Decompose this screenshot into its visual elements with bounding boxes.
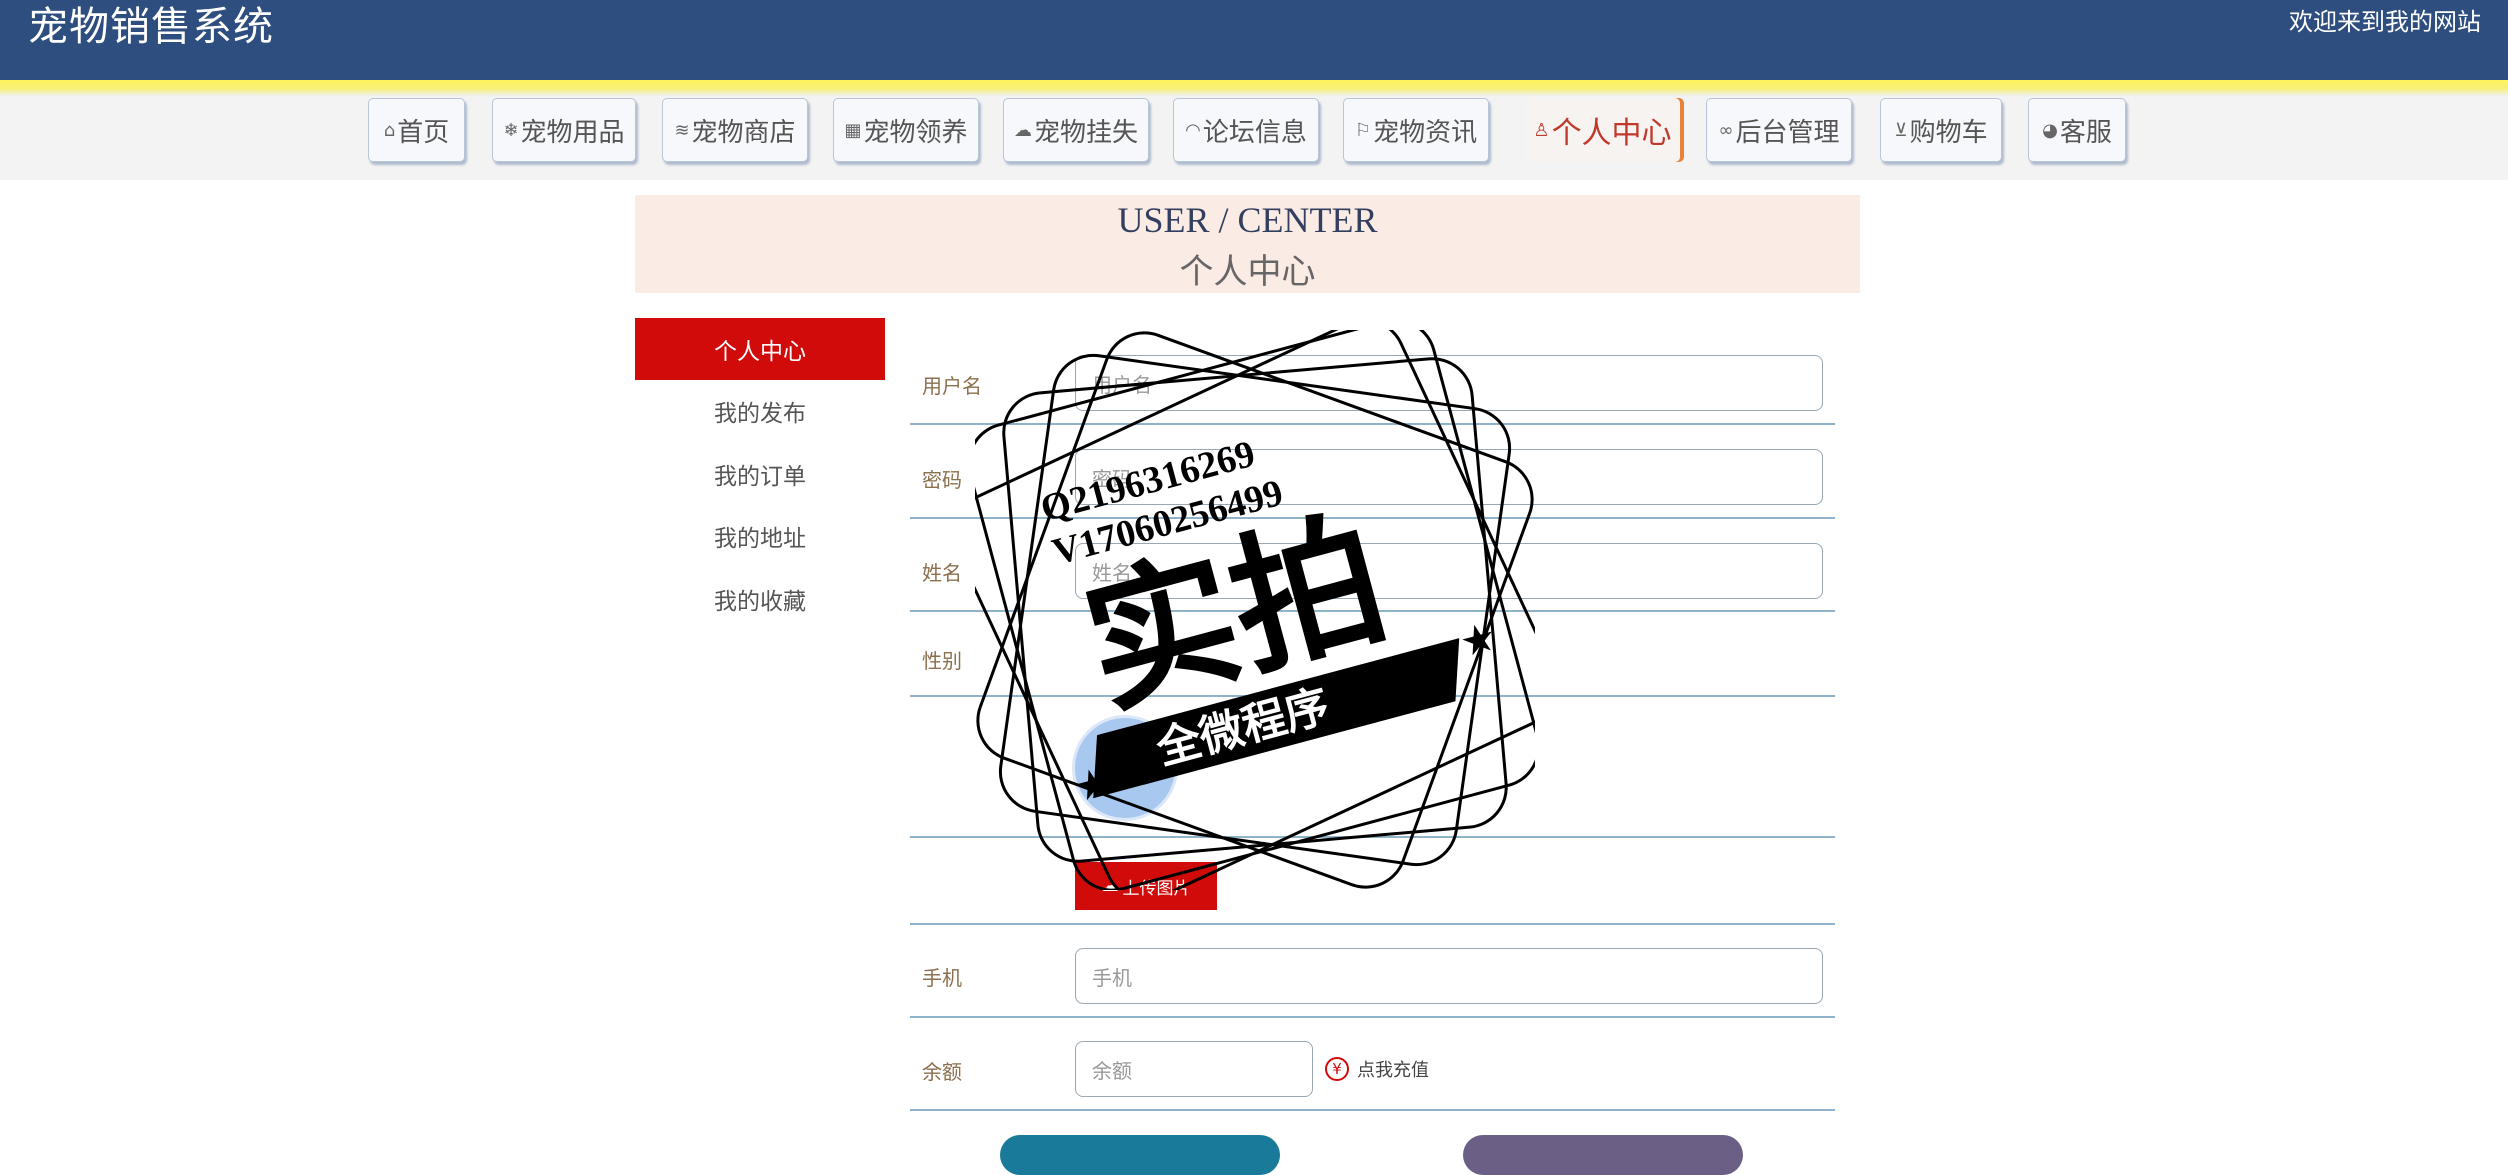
- nav-label: 客服: [2059, 117, 2112, 148]
- layers-icon: ≋: [674, 119, 690, 141]
- recharge-label: 点我充值: [1357, 1060, 1429, 1081]
- nav-item-user-center[interactable]: ♙ 个人中心: [1525, 98, 1680, 162]
- site-title: 宠物销售系统: [28, 4, 274, 50]
- nav-item-forum[interactable]: ◠ 论坛信息: [1173, 98, 1319, 162]
- nav-label: 宠物商店: [691, 117, 796, 148]
- form-row-upload: [910, 836, 1835, 925]
- form-row-gender: [910, 610, 1835, 697]
- nav-label: 后台管理: [1735, 117, 1840, 148]
- sidebar-item-user-center[interactable]: 个人中心: [635, 318, 885, 380]
- yuan-icon: ¥: [1325, 1057, 1349, 1081]
- user-center-banner: USER / CENTER 个人中心: [635, 195, 1860, 293]
- home-icon: ⌂: [383, 119, 396, 141]
- nav-item-pet-adoption[interactable]: ▦ 宠物领养: [833, 98, 979, 162]
- service-icon: ◕: [2042, 119, 2058, 141]
- nav-label: 首页: [397, 117, 450, 148]
- sidebar-item-my-favorites[interactable]: 我的收藏: [635, 568, 885, 630]
- sidebar-item-my-posts[interactable]: 我的发布: [635, 380, 885, 442]
- balance-input[interactable]: 余额: [1075, 1041, 1313, 1097]
- nav-item-pet-lost[interactable]: ☁ 宠物挂失: [1003, 98, 1149, 162]
- sidebar-item-my-address[interactable]: 我的地址: [635, 505, 885, 567]
- nav-item-pet-news[interactable]: ⚐ 宠物资讯: [1343, 98, 1489, 162]
- upload-image-button[interactable]: ☁ 上传图片: [1075, 862, 1217, 910]
- recharge-link[interactable]: ¥ 点我充值: [1325, 1054, 1429, 1084]
- banner-title-en: USER / CENTER: [1117, 200, 1378, 240]
- link-icon: ∞: [1718, 119, 1734, 141]
- form-row-avatar: [910, 695, 1835, 838]
- sidebar-item-my-orders[interactable]: 我的订单: [635, 443, 885, 505]
- nav-label: 宠物领养: [863, 117, 968, 148]
- avatar-image: [1072, 715, 1178, 821]
- gauge-icon: ◠: [1185, 119, 1201, 141]
- upload-label: 上传图片: [1122, 878, 1191, 899]
- nav-item-home[interactable]: ⌂ 首页: [368, 98, 465, 162]
- nav-item-cart[interactable]: ⊻ 购物车: [1880, 98, 2002, 162]
- snowflake-icon: ❄: [503, 119, 519, 141]
- main-nav: ⌂ 首页 ❄ 宠物用品 ≋ 宠物商店 ▦ 宠物领养 ☁ 宠物挂失 ◠ 论坛信息 ⚐ 宠物资讯 …: [0, 96, 2508, 180]
- welcome-text: 欢迎来到我的网站: [2289, 8, 2481, 36]
- nav-item-admin[interactable]: ∞ 后台管理: [1706, 98, 1852, 162]
- logout-button[interactable]: [1463, 1135, 1743, 1175]
- top-header: 宠物销售系统 欢迎来到我的网站: [0, 0, 2508, 80]
- flag-icon: ⚐: [1354, 119, 1372, 141]
- nav-item-service[interactable]: ◕ 客服: [2028, 98, 2126, 162]
- name-label: 姓名: [922, 561, 962, 585]
- save-button[interactable]: [1000, 1135, 1280, 1175]
- nav-label: 购物车: [1909, 117, 1988, 148]
- chat-icon: ☁: [1013, 119, 1032, 141]
- name-input[interactable]: 姓名: [1075, 543, 1823, 599]
- username-label: 用户名: [922, 374, 982, 398]
- cart-icon: ⊻: [1894, 119, 1908, 141]
- password-input[interactable]: 密码: [1075, 449, 1823, 505]
- username-input[interactable]: 用户名: [1075, 355, 1823, 411]
- nav-item-pet-supplies[interactable]: ❄ 宠物用品: [492, 98, 636, 162]
- phone-input[interactable]: 手机: [1075, 948, 1823, 1004]
- balance-label: 余额: [922, 1060, 962, 1084]
- user-icon: ♙: [1533, 119, 1550, 141]
- nav-label: 宠物挂失: [1033, 117, 1138, 148]
- banner-title-zh: 个人中心: [1179, 252, 1316, 292]
- gender-label: 性别: [922, 649, 962, 673]
- nav-label: 论坛信息: [1202, 117, 1307, 148]
- nav-label: 宠物资讯: [1373, 117, 1478, 148]
- phone-label: 手机: [922, 966, 962, 990]
- nav-label: 宠物用品: [520, 117, 625, 148]
- nav-item-pet-store[interactable]: ≋ 宠物商店: [662, 98, 808, 162]
- calendar-icon: ▦: [844, 119, 862, 141]
- header-accent-bar: [0, 80, 2508, 96]
- password-label: 密码: [922, 468, 962, 492]
- nav-label: 个人中心: [1551, 116, 1672, 151]
- cloud-upload-icon: ☁: [1101, 876, 1119, 896]
